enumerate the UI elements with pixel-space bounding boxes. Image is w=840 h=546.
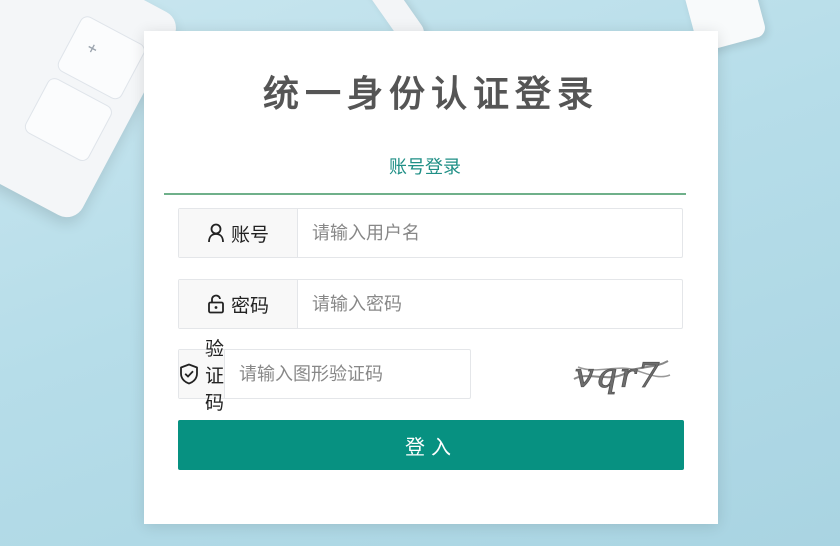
account-label: 账号 (230, 223, 269, 246)
lock-icon (207, 294, 225, 314)
captcha-text: vqr7 (575, 356, 662, 396)
account-field-row: 账号 (178, 208, 683, 258)
user-icon (207, 223, 225, 243)
captcha-input[interactable] (225, 350, 479, 398)
captcha-label-box: 验证码 (179, 338, 226, 414)
login-card: 统一身份认证登录 账号登录 账号 密码 验证码 (144, 31, 718, 524)
shield-check-icon (179, 363, 199, 385)
tab-account-login[interactable]: 账号登录 (164, 153, 686, 179)
password-label: 密码 (230, 294, 269, 317)
account-label-box: 账号 (179, 209, 298, 257)
captcha-field-row: 验证码 (178, 338, 479, 414)
captcha-label: 验证码 (205, 337, 225, 414)
login-tabs: 账号登录 (164, 149, 686, 195)
password-input[interactable] (298, 280, 682, 328)
password-field-row: 密码 (178, 279, 683, 329)
password-label-box: 密码 (179, 280, 298, 328)
login-button[interactable]: 登入 (178, 420, 684, 470)
username-input[interactable] (298, 209, 682, 257)
page-title: 统一身份认证登录 (262, 74, 599, 115)
captcha-image[interactable]: vqr7 (568, 349, 674, 399)
